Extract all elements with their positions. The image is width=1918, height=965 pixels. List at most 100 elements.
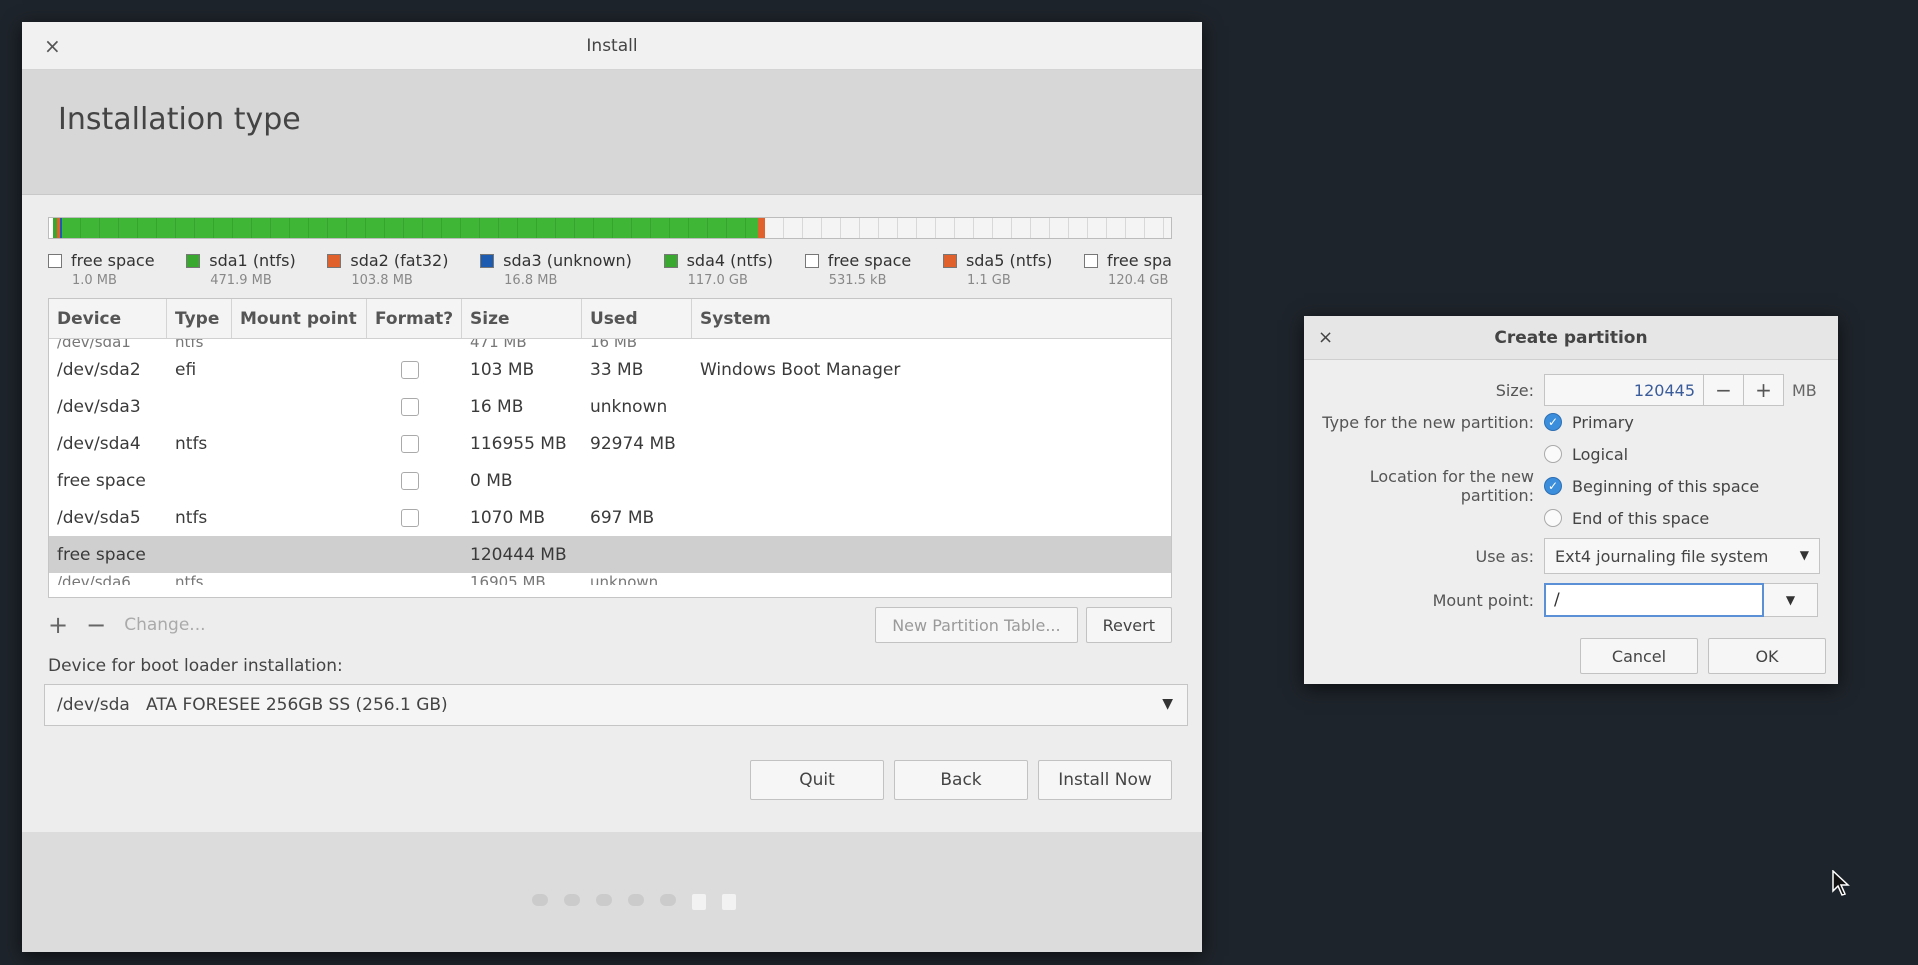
revert-button[interactable]: Revert (1085, 607, 1172, 643)
type-logical-radio[interactable] (1544, 445, 1562, 463)
use-as-row: Use as: Ext4 journaling file system ▼ (1304, 534, 1838, 578)
legend-label: sda4 (ntfs) (686, 251, 774, 270)
table-row[interactable]: free space 0 MB (49, 462, 1171, 499)
progress-dot-current (722, 894, 736, 910)
table-row[interactable]: /dev/sda5 ntfs 1070 MB 697 MB (49, 499, 1171, 536)
legend-item: sda2 (fat32) 103.8 MB (327, 251, 448, 288)
legend-size: 471.9 MB (210, 273, 272, 288)
dialog-buttons: Cancel OK (1580, 638, 1826, 674)
window-titlebar: × Install (22, 22, 1202, 70)
table-body: /dev/sda1 ntfs 471 MB 16 MB /dev/sda2 ef… (49, 339, 1171, 585)
close-icon[interactable]: × (1318, 316, 1333, 360)
size-input[interactable]: 120445 (1544, 374, 1704, 406)
cell-size: 116955 MB (470, 433, 567, 454)
bootloader-device-select[interactable]: /dev/sda ATA FORESEE 256GB SS (256.1 GB)… (44, 684, 1188, 726)
legend-swatch (942, 253, 957, 268)
chevron-down-icon: ▼ (1162, 696, 1173, 712)
cell-used: unknown (590, 573, 659, 585)
cell-type: ntfs (175, 433, 208, 454)
add-partition-icon[interactable]: + (48, 611, 68, 639)
use-as-select[interactable]: Ext4 journaling file system ▼ (1544, 538, 1820, 574)
size-label: Size: (1495, 380, 1534, 400)
column-header-size[interactable]: Size (462, 299, 582, 338)
chevron-down-icon[interactable]: ▼ (1764, 583, 1818, 617)
change-button[interactable]: Change... (124, 615, 205, 635)
table-row[interactable]: /dev/sda2 efi 103 MB 33 MB Windows Boot … (49, 351, 1171, 388)
partition-legend: free space 1.0 MB sda1 (ntfs) 471.9 MB s… (48, 251, 1172, 288)
dialog-title: Create partition (1494, 328, 1648, 348)
window-title: Install (586, 36, 638, 56)
type-row: Type for the new partition: ✓ Primary (1304, 406, 1838, 438)
table-actions-right: New Partition Table... Revert (875, 607, 1172, 643)
format-checkbox[interactable] (401, 397, 419, 416)
mount-label: Mount point: (1432, 590, 1534, 610)
page-title: Installation type (58, 102, 301, 137)
legend-label: sda5 (ntfs) (965, 251, 1053, 270)
partbar-sda4 (62, 218, 759, 238)
remove-partition-icon[interactable]: − (86, 611, 106, 639)
cell-format (367, 508, 462, 527)
use-as-value: Ext4 journaling file system (1555, 546, 1769, 566)
legend-label: free spa (1107, 251, 1172, 270)
close-icon[interactable]: × (44, 22, 61, 70)
table-header: Device Type Mount point Format? Size Use… (49, 299, 1171, 339)
cell-device: /dev/sda1 (57, 339, 131, 351)
column-header-format[interactable]: Format? (367, 299, 462, 338)
table-actions: + − Change... New Partition Table... Rev… (48, 606, 1172, 644)
new-partition-table-button[interactable]: New Partition Table... (875, 607, 1078, 643)
type-logical-label: Logical (1572, 444, 1629, 464)
table-row-selected[interactable]: free space 120444 MB (49, 536, 1171, 573)
cancel-button[interactable]: Cancel (1580, 638, 1698, 674)
type-primary-label: Primary (1572, 412, 1634, 432)
column-header-device[interactable]: Device (49, 299, 167, 338)
progress-dot-current (692, 894, 706, 910)
legend-item: free spa 120.4 GB (1084, 251, 1172, 288)
quit-button[interactable]: Quit (750, 760, 884, 800)
mouse-pointer-icon (1832, 869, 1850, 900)
location-end-radio[interactable] (1544, 509, 1562, 527)
mount-point-input[interactable]: / (1544, 583, 1764, 617)
location-beginning-label: Beginning of this space (1572, 476, 1760, 496)
cell-used: 33 MB (590, 359, 644, 380)
minus-icon[interactable]: − (1704, 374, 1744, 406)
cell-used: unknown (590, 396, 668, 417)
install-now-button[interactable]: Install Now (1038, 760, 1172, 800)
partbar-sda5 (758, 218, 765, 238)
ok-button[interactable]: OK (1708, 638, 1826, 674)
cell-device: /dev/sda2 (57, 359, 141, 380)
column-header-mount-point[interactable]: Mount point (232, 299, 367, 338)
use-as-label: Use as: (1475, 546, 1534, 566)
cell-device: /dev/sda6 (57, 573, 131, 585)
type-label: Type for the new partition: (1322, 412, 1534, 432)
format-checkbox[interactable] (401, 508, 419, 527)
type-logical-row: Logical (1304, 438, 1838, 470)
dialog-titlebar: × Create partition (1304, 316, 1838, 360)
chevron-down-icon: ▼ (1799, 548, 1809, 562)
back-button[interactable]: Back (894, 760, 1028, 800)
table-row[interactable]: /dev/sda3 16 MB unknown (49, 388, 1171, 425)
content-area: free space 1.0 MB sda1 (ntfs) 471.9 MB s… (22, 195, 1202, 800)
table-row[interactable]: /dev/sda1 ntfs 471 MB 16 MB (49, 339, 1171, 351)
cell-type: ntfs (175, 573, 204, 585)
location-label: Location for the new partition: (1369, 467, 1534, 505)
plus-icon[interactable]: + (1744, 374, 1784, 406)
cell-format (367, 397, 462, 416)
cell-used: 16 MB (590, 339, 638, 351)
location-row: Location for the new partition: ✓ Beginn… (1304, 467, 1838, 505)
column-header-system[interactable]: System (692, 299, 1171, 338)
partition-table: Device Type Mount point Format? Size Use… (48, 298, 1172, 598)
format-checkbox[interactable] (401, 471, 419, 490)
legend-swatch (327, 253, 342, 268)
legend-size: 1.1 GB (966, 273, 1011, 288)
format-checkbox[interactable] (401, 360, 419, 379)
column-header-used[interactable]: Used (582, 299, 692, 338)
table-row[interactable]: /dev/sda6 ntfs 16905 MB unknown (49, 573, 1171, 585)
format-checkbox[interactable] (401, 434, 419, 453)
type-primary-radio[interactable]: ✓ (1544, 413, 1562, 431)
dialog-form: Size: 120445 − + MB Type for the new par… (1304, 360, 1838, 622)
column-header-type[interactable]: Type (167, 299, 232, 338)
location-end-label: End of this space (1572, 508, 1710, 528)
table-row[interactable]: /dev/sda4 ntfs 116955 MB 92974 MB (49, 425, 1171, 462)
location-beginning-radio[interactable]: ✓ (1544, 477, 1562, 495)
header-band: Installation type (22, 70, 1202, 195)
